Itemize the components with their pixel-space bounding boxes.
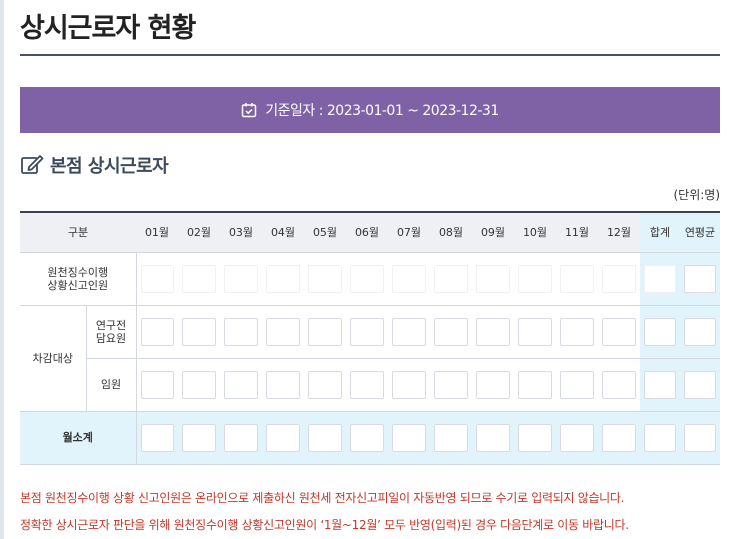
header-total: 합계 [640,211,680,253]
withholding-month-field [266,264,300,293]
edit-icon [21,155,44,174]
subtotal-month-field [434,423,468,452]
executive-month-input[interactable] [224,370,258,399]
withholding-month-field [392,264,426,293]
withholding-average-field [684,264,716,293]
executive-month-input[interactable] [392,370,426,399]
header-month: 10월 [514,211,556,253]
withholding-month-field [350,264,384,293]
subtotal-month-field [224,423,258,452]
executive-total-field [644,370,676,399]
executive-month-input[interactable] [308,370,342,399]
notice-text: 본점 원천징수이행 상황 신고인원은 온라인으로 제출하신 원천세 전자신고피일… [20,485,629,539]
executive-month-input[interactable] [350,370,384,399]
withholding-month-field [182,264,216,293]
research-month-input[interactable] [560,317,594,346]
table-row-withholding: 원천징수이행 상황신고인원 [20,252,720,306]
table-row-subtotal: 월소계 [20,411,720,465]
withholding-month-field [518,264,552,293]
header-month: 04월 [262,211,304,253]
withholding-month-field [140,264,174,293]
executive-month-input[interactable] [560,370,594,399]
executive-month-input[interactable] [602,370,636,399]
subtotal-total-field [644,423,676,452]
header-month: 05월 [304,211,346,253]
subtotal-month-field [350,423,384,452]
executive-month-input[interactable] [518,370,552,399]
research-month-input[interactable] [392,317,426,346]
header-month: 09월 [472,211,514,253]
subtotal-month-field [518,423,552,452]
subtotal-month-field [266,423,300,452]
notice-line: 정확한 상시근로자 판단을 위해 원천징수이행 상황신고인원이 ‘1월~12월’… [20,518,629,532]
executive-month-input[interactable] [182,370,216,399]
title-divider [20,54,720,56]
header-month: 02월 [178,211,220,253]
subtotal-month-field [602,423,636,452]
header-category: 구분 [20,211,136,253]
research-month-input[interactable] [308,317,342,346]
section-title-text: 본점 상시근로자 [50,156,169,177]
executive-month-input[interactable] [476,370,510,399]
header-month: 03월 [220,211,262,253]
withholding-month-field [560,264,594,293]
executive-month-input[interactable] [266,370,300,399]
executive-average-field [684,370,716,399]
reference-date-label: 기준일자 : 2023-01-01 ~ 2023-12-31 [265,103,499,119]
withholding-total-field [644,264,676,293]
executive-month-input[interactable] [434,370,468,399]
header-annual-average: 연평균 [680,211,720,253]
reference-date-bar: 기준일자 : 2023-01-01 ~ 2023-12-31 [20,87,720,133]
left-border [0,0,4,539]
research-month-input[interactable] [602,317,636,346]
research-month-input[interactable] [182,317,216,346]
subtotal-month-field [140,423,174,452]
table-row-executive: 임원 [20,358,720,412]
header-month: 07월 [388,211,430,253]
subtotal-month-field [308,423,342,452]
unit-label: (단위:명) [673,188,720,202]
section-title: 본점 상시근로자 [20,152,169,178]
subtotal-month-field [476,423,510,452]
header-month: 12월 [598,211,640,253]
withholding-month-field [602,264,636,293]
subtotal-month-field [392,423,426,452]
withholding-month-field [308,264,342,293]
research-month-input[interactable] [140,317,174,346]
research-average-field [684,317,716,346]
calendar-check-icon [242,103,257,118]
page-title: 상시근로자 현황 [20,13,196,44]
row-label-executive: 임원 [86,358,137,412]
row-label-deduction-group: 차감대상 [20,305,87,412]
workers-table: 구분 01월 02월 03월 04월 05월 06월 07월 08월 09월 1… [20,211,720,465]
research-month-input[interactable] [224,317,258,346]
subtotal-month-field [182,423,216,452]
subtotal-month-field [560,423,594,452]
research-month-input[interactable] [434,317,468,346]
subtotal-average-field [684,423,716,452]
executive-month-input[interactable] [140,370,174,399]
research-month-input[interactable] [476,317,510,346]
header-month: 11월 [556,211,598,253]
research-month-input[interactable] [350,317,384,346]
header-month: 08월 [430,211,472,253]
notice-line: 본점 원천징수이행 상황 신고인원은 온라인으로 제출하신 원천세 전자신고피일… [20,491,625,505]
research-month-input[interactable] [266,317,300,346]
withholding-month-field [224,264,258,293]
row-label-withholding: 원천징수이행 상황신고인원 [20,252,137,306]
row-label-research: 연구전 담요원 [86,305,137,359]
header-month: 06월 [346,211,388,253]
withholding-month-field [434,264,468,293]
research-total-field [644,317,676,346]
header-month: 01월 [136,211,178,253]
table-row-research: 차감대상 연구전 담요원 [20,305,720,412]
table-header-row: 구분 01월 02월 03월 04월 05월 06월 07월 08월 09월 1… [20,211,720,253]
row-label-subtotal: 월소계 [20,411,137,465]
research-month-input[interactable] [518,317,552,346]
withholding-month-field [476,264,510,293]
